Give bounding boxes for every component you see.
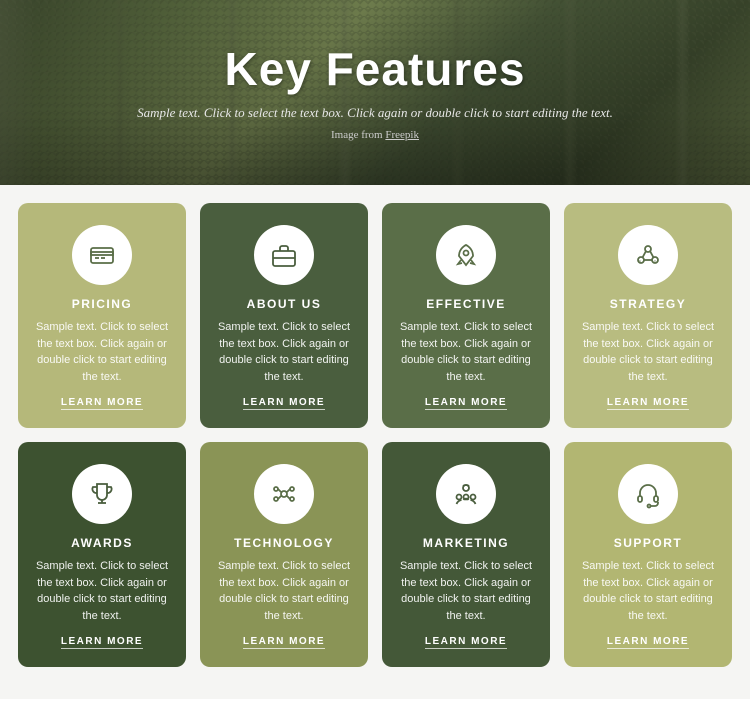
hero-credit: Image from Freepik — [137, 129, 613, 141]
hero-title: Key Features — [137, 44, 613, 95]
card-support: SUPPORT Sample text. Click to select the… — [564, 442, 732, 667]
awards-learn-more[interactable]: LEARN MORE — [61, 636, 143, 649]
cards-row-1: PRICING Sample text. Click to select the… — [18, 203, 732, 428]
hero-subtitle: Sample text. Click to select the text bo… — [137, 103, 613, 123]
svg-text:x: x — [639, 258, 641, 263]
technology-icon — [269, 479, 299, 509]
card-marketing: MARKETING Sample text. Click to select t… — [382, 442, 550, 667]
marketing-icon — [451, 479, 481, 509]
about-us-learn-more[interactable]: LEARN MORE — [243, 397, 325, 410]
support-icon-circle — [618, 464, 678, 524]
strategy-text: Sample text. Click to select the text bo… — [578, 319, 718, 385]
support-learn-more[interactable]: LEARN MORE — [607, 636, 689, 649]
strategy-icon: x o — [633, 240, 663, 270]
strategy-title: STRATEGY — [610, 297, 686, 311]
effective-text: Sample text. Click to select the text bo… — [396, 319, 536, 385]
freepik-link[interactable]: Freepik — [385, 129, 419, 141]
effective-title: EFFECTIVE — [426, 297, 506, 311]
card-pricing: PRICING Sample text. Click to select the… — [18, 203, 186, 428]
strategy-icon-circle: x o — [618, 225, 678, 285]
awards-title: AWARDS — [71, 536, 133, 550]
pricing-learn-more[interactable]: LEARN MORE — [61, 397, 143, 410]
pricing-icon — [87, 240, 117, 270]
awards-icon-circle — [72, 464, 132, 524]
technology-icon-circle — [254, 464, 314, 524]
cards-section: PRICING Sample text. Click to select the… — [0, 185, 750, 699]
headset-icon — [633, 479, 663, 509]
hero-section: Key Features Sample text. Click to selec… — [0, 0, 750, 185]
briefcase-icon — [269, 240, 299, 270]
card-strategy: x o STRATEGY Sample text. Click to selec… — [564, 203, 732, 428]
marketing-icon-circle — [436, 464, 496, 524]
strategy-learn-more[interactable]: LEARN MORE — [607, 397, 689, 410]
pricing-icon-circle — [72, 225, 132, 285]
card-awards: AWARDS Sample text. Click to select the … — [18, 442, 186, 667]
marketing-title: MARKETING — [423, 536, 509, 550]
marketing-learn-more[interactable]: LEARN MORE — [425, 636, 507, 649]
about-us-icon-circle — [254, 225, 314, 285]
card-effective: EFFECTIVE Sample text. Click to select t… — [382, 203, 550, 428]
pricing-text: Sample text. Click to select the text bo… — [32, 319, 172, 385]
technology-title: TECHNOLOGY — [234, 536, 334, 550]
hero-content: Key Features Sample text. Click to selec… — [117, 24, 633, 160]
marketing-text: Sample text. Click to select the text bo… — [396, 558, 536, 624]
pricing-title: PRICING — [72, 297, 133, 311]
technology-learn-more[interactable]: LEARN MORE — [243, 636, 325, 649]
card-technology: TECHNOLOGY Sample text. Click to select … — [200, 442, 368, 667]
rocket-icon — [451, 240, 481, 270]
about-us-title: ABOUT US — [247, 297, 322, 311]
about-us-text: Sample text. Click to select the text bo… — [214, 319, 354, 385]
card-about-us: ABOUT US Sample text. Click to select th… — [200, 203, 368, 428]
effective-learn-more[interactable]: LEARN MORE — [425, 397, 507, 410]
svg-text:o: o — [654, 258, 656, 263]
technology-text: Sample text. Click to select the text bo… — [214, 558, 354, 624]
support-text: Sample text. Click to select the text bo… — [578, 558, 718, 624]
trophy-icon — [87, 479, 117, 509]
cards-row-2: AWARDS Sample text. Click to select the … — [18, 442, 732, 667]
awards-text: Sample text. Click to select the text bo… — [32, 558, 172, 624]
effective-icon-circle — [436, 225, 496, 285]
support-title: SUPPORT — [614, 536, 683, 550]
